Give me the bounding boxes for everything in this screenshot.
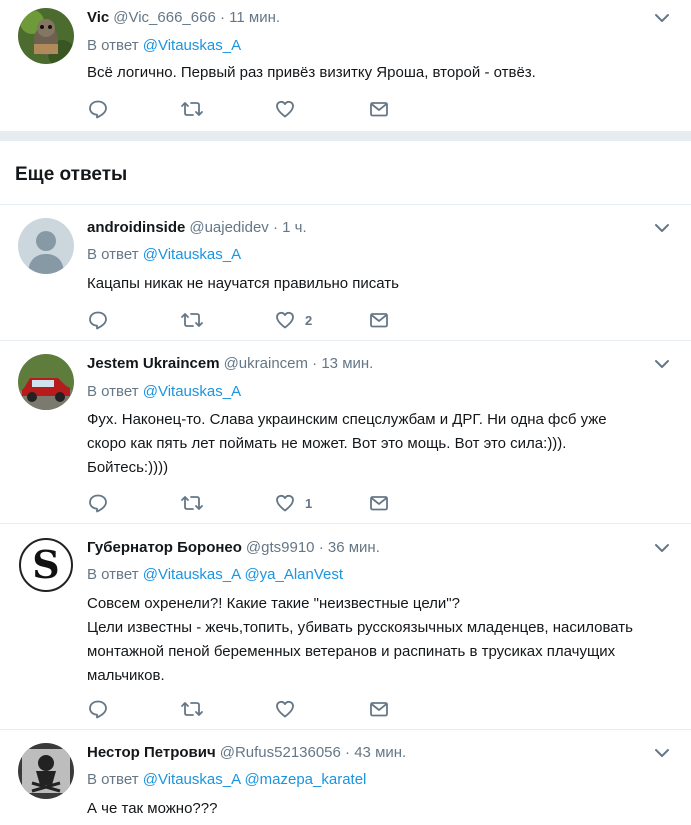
mention-link[interactable]: @Vitauskas_A <box>143 566 241 583</box>
retweet-button[interactable] <box>180 493 204 513</box>
like-button[interactable] <box>275 699 305 719</box>
tweet-actions: 1 <box>88 493 408 513</box>
avatar[interactable] <box>18 8 74 64</box>
retweet-button[interactable] <box>180 699 204 719</box>
mention-link[interactable]: @Vitauskas_A <box>143 771 241 788</box>
reply-icon <box>88 699 108 719</box>
svg-text:S: S <box>32 542 59 587</box>
tweet-text: Совсем охренели?! Какие такие "неизвестн… <box>87 595 633 684</box>
avatar[interactable] <box>18 354 74 410</box>
envelope-icon <box>369 99 389 119</box>
like-button[interactable] <box>275 99 305 119</box>
timestamp[interactable]: 11 мин. <box>229 9 280 26</box>
timestamp[interactable]: 43 мин. <box>354 744 406 761</box>
envelope-icon <box>369 699 389 719</box>
display-name[interactable]: Vic <box>87 9 109 26</box>
tweet[interactable]: Jestem Ukraincem @ukraincem · 13 мин. В о… <box>0 341 691 523</box>
mention-link[interactable]: @Vitauskas_A <box>143 246 241 263</box>
chevron-down-icon[interactable] <box>653 539 671 557</box>
mention-link[interactable]: @mazepa_karatel <box>244 771 366 788</box>
reply-button[interactable] <box>88 699 108 719</box>
like-count: 1 <box>305 495 313 511</box>
tweet-text: Кацапы никак не научатся правильно писат… <box>87 275 399 292</box>
retweet-button[interactable] <box>180 99 204 119</box>
direct-message-button[interactable] <box>369 493 389 513</box>
tweet[interactable]: S Губернатор Боронео @gts9910 · 36 мин. В… <box>0 524 691 729</box>
tweet[interactable]: androidinside @uajedidev · 1 ч. В ответ @… <box>0 205 691 340</box>
avatar[interactable] <box>18 743 74 799</box>
retweet-icon <box>180 99 204 119</box>
tweet[interactable]: Нестор Петрович @Rufus52136056 · 43 мин. … <box>0 730 691 825</box>
reply-button[interactable] <box>88 493 108 513</box>
display-name[interactable]: Jestem Ukraincem <box>87 355 220 372</box>
user-handle[interactable]: @ukraincem <box>224 355 308 372</box>
heart-icon <box>275 99 295 119</box>
direct-message-button[interactable] <box>369 310 389 330</box>
user-handle[interactable]: @Vic_666_666 <box>113 9 216 26</box>
mention-link[interactable]: @Vitauskas_A <box>143 37 241 54</box>
reply-context: В ответ @Vitauskas_A <box>87 246 242 263</box>
section-title: Еще ответы <box>15 164 128 185</box>
timestamp[interactable]: 36 мин. <box>328 539 380 556</box>
tweet[interactable]: Vic @Vic_666_666 · 11 мин. В ответ @Vitau… <box>0 0 691 131</box>
tweet-header: Нестор Петрович @Rufus52136056 · 43 мин. <box>87 744 407 761</box>
reply-context: В ответ @Vitauskas_A @mazepa_karatel <box>87 771 367 788</box>
section-divider <box>0 131 691 141</box>
user-handle[interactable]: @gts9910 <box>246 539 315 556</box>
avatar[interactable] <box>18 218 74 274</box>
chevron-down-icon[interactable] <box>653 355 671 373</box>
retweet-icon <box>180 310 204 330</box>
retweet-button[interactable] <box>180 310 204 330</box>
like-button[interactable]: 2 <box>275 310 312 330</box>
mention-link[interactable]: @Vitauskas_A <box>143 383 241 400</box>
envelope-icon <box>369 493 389 513</box>
chevron-down-icon[interactable] <box>653 219 671 237</box>
like-count: 2 <box>305 312 313 328</box>
reply-icon <box>88 99 108 119</box>
direct-message-button[interactable] <box>369 699 389 719</box>
chevron-down-icon[interactable] <box>653 9 671 27</box>
reply-icon <box>88 493 108 513</box>
display-name[interactable]: androidinside <box>87 219 185 236</box>
tweet-header: androidinside @uajedidev · 1 ч. <box>87 219 307 236</box>
tweet-header: Vic @Vic_666_666 · 11 мин. <box>87 9 281 26</box>
timestamp[interactable]: 1 ч. <box>282 219 307 236</box>
mention-link[interactable]: @ya_AlanVest <box>244 566 343 583</box>
tweet-header: Jestem Ukraincem @ukraincem · 13 мин. <box>87 355 374 372</box>
avatar[interactable]: S <box>18 537 74 593</box>
reply-context: В ответ @Vitauskas_A <box>87 37 242 54</box>
tweet-header: Губернатор Боронео @gts9910 · 36 мин. <box>87 539 380 556</box>
like-button[interactable]: 1 <box>275 493 312 513</box>
heart-icon <box>275 493 295 513</box>
display-name[interactable]: Губернатор Боронео <box>87 539 242 556</box>
display-name[interactable]: Нестор Петрович <box>87 744 216 761</box>
heart-icon <box>275 310 295 330</box>
tweet-text: А че так можно??? <box>87 800 218 817</box>
heart-icon <box>275 699 295 719</box>
retweet-icon <box>180 493 204 513</box>
tweet-actions: 2 <box>88 310 408 330</box>
chevron-down-icon[interactable] <box>653 744 671 762</box>
reply-button[interactable] <box>88 310 108 330</box>
tweet-actions <box>88 99 408 119</box>
tweet-text: Всё логично. Первый раз привёз визитку Я… <box>87 64 536 81</box>
tweet-actions <box>88 699 408 719</box>
user-handle[interactable]: @Rufus52136056 <box>220 744 341 761</box>
tweet-text: Фух. Наконец-то. Слава украинским спецсл… <box>87 411 607 476</box>
envelope-icon <box>369 310 389 330</box>
reply-button[interactable] <box>88 99 108 119</box>
reply-context: В ответ @Vitauskas_A @ya_AlanVest <box>87 566 344 583</box>
reply-icon <box>88 310 108 330</box>
timestamp[interactable]: 13 мин. <box>321 355 373 372</box>
retweet-icon <box>180 699 204 719</box>
reply-context: В ответ @Vitauskas_A <box>87 383 242 400</box>
direct-message-button[interactable] <box>369 99 389 119</box>
user-handle[interactable]: @uajedidev <box>189 219 268 236</box>
